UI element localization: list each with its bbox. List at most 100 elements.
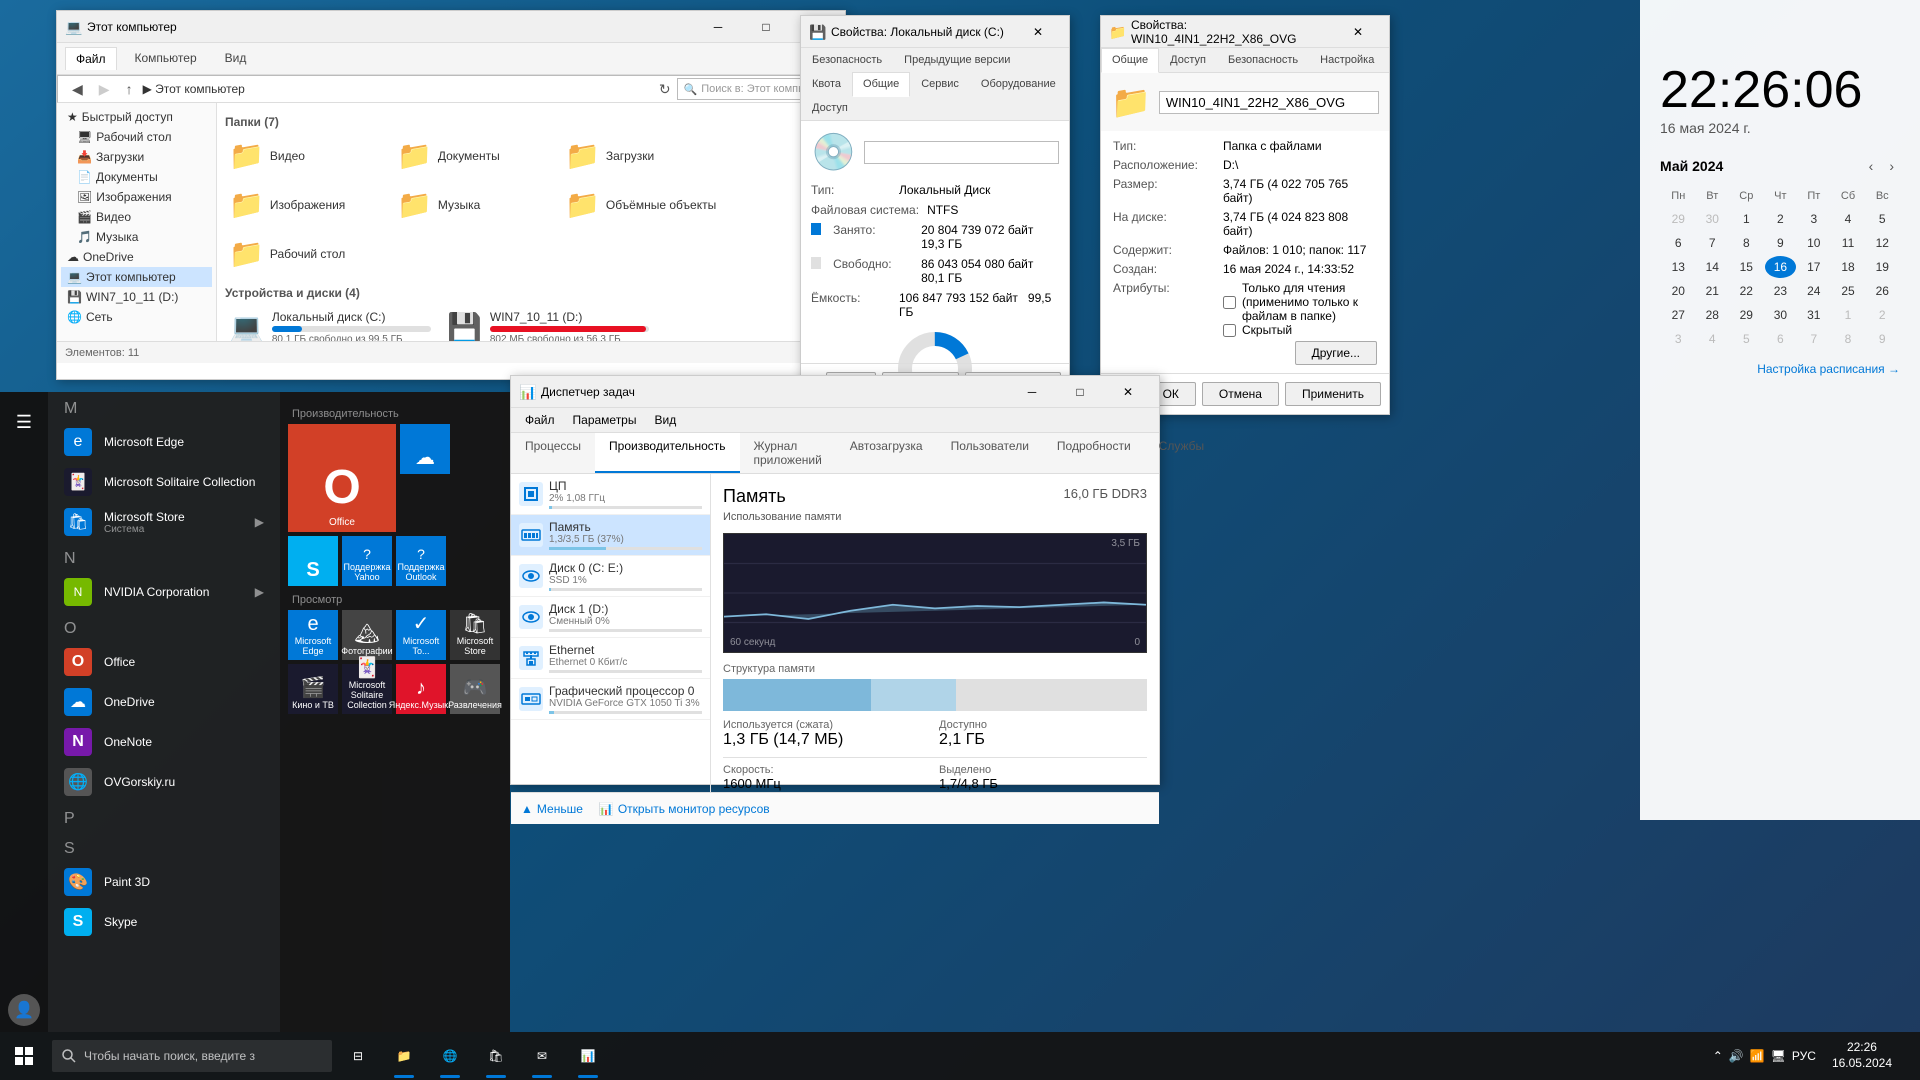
sidebar-quick-access[interactable]: ★Быстрый доступ xyxy=(61,107,212,127)
calendar-day[interactable]: 2 xyxy=(1867,304,1898,326)
sidebar-onedrive[interactable]: ☁OneDrive xyxy=(61,247,212,267)
tab-service[interactable]: Сервис xyxy=(910,72,970,96)
calendar-day[interactable]: 11 xyxy=(1832,232,1865,254)
ribbon-tab-computer[interactable]: Компьютер xyxy=(125,47,207,70)
tile-movies-preview[interactable]: 🎬 Кино и ТВ xyxy=(288,664,338,714)
sidebar-video[interactable]: 🎬Видео xyxy=(61,207,212,227)
nav-up[interactable]: ↑ xyxy=(120,79,139,99)
calendar-day[interactable]: 8 xyxy=(1730,232,1763,254)
tab-prev-versions[interactable]: Предыдущие версии xyxy=(893,48,1021,72)
calendar-day[interactable]: 30 xyxy=(1697,208,1728,230)
folder-name-input[interactable] xyxy=(1159,91,1379,114)
tab-access[interactable]: Доступ xyxy=(801,96,859,120)
folder-3d[interactable]: 📁 Объёмные объекты xyxy=(561,184,721,225)
start-item-skype[interactable]: S Skype xyxy=(48,902,280,942)
hidden-checkbox[interactable] xyxy=(1223,324,1236,337)
tile-skype[interactable]: S xyxy=(288,536,338,586)
tab-security[interactable]: Безопасность xyxy=(801,48,893,72)
calendar-day[interactable]: 4 xyxy=(1832,208,1865,230)
other-btn[interactable]: Другие... xyxy=(1295,341,1377,365)
explorer-minimize[interactable]: ─ xyxy=(695,11,741,43)
tray-show-icons[interactable]: ⌃ xyxy=(1713,1049,1723,1063)
tm-proc-ethernet[interactable]: Ethernet Ethernet 0 Кбит/с xyxy=(511,638,710,679)
tm-menu-params[interactable]: Параметры xyxy=(565,410,645,430)
sidebar-user-icon[interactable]: 👤 xyxy=(2,988,46,1032)
tm-menu-view[interactable]: Вид xyxy=(646,410,684,430)
readonly-checkbox[interactable] xyxy=(1223,296,1236,309)
tm-proc-disk1[interactable]: Диск 1 (D:) Сменный 0% xyxy=(511,597,710,638)
taskbar-task-view[interactable]: ⊟ xyxy=(336,1032,380,1080)
start-item-ovgorskiy[interactable]: 🌐 OVGorskiy.ru xyxy=(48,762,280,802)
tile-store-preview[interactable]: 🛍 Microsoft Store xyxy=(450,610,500,660)
calendar-day[interactable]: 4 xyxy=(1697,328,1728,350)
calendar-day[interactable]: 10 xyxy=(1798,232,1829,254)
start-item-onenote[interactable]: N OneNote xyxy=(48,722,280,762)
tab-general[interactable]: Общие xyxy=(852,72,910,97)
tile-office[interactable]: O Office xyxy=(288,424,396,532)
calendar-day[interactable]: 9 xyxy=(1867,328,1898,350)
nav-forward[interactable]: ▶ xyxy=(93,79,116,100)
calendar-day[interactable]: 3 xyxy=(1798,208,1829,230)
start-item-office[interactable]: O Office xyxy=(48,642,280,682)
taskbar-edge-btn[interactable]: 🌐 xyxy=(428,1032,472,1080)
tm-footer-monitor[interactable]: 📊 Открыть монитор ресурсов xyxy=(599,802,770,816)
tray-lang[interactable]: РУС xyxy=(1792,1049,1816,1063)
tm-tab-details[interactable]: Подробности xyxy=(1043,433,1145,473)
calendar-day[interactable]: 20 xyxy=(1662,280,1695,302)
calendar-day[interactable]: 6 xyxy=(1765,328,1796,350)
calendar-day[interactable]: 7 xyxy=(1798,328,1829,350)
address-crumb-pc[interactable]: ▶ Этот компьютер xyxy=(143,82,245,96)
tm-proc-cpu[interactable]: ЦП 2% 1,08 ГГц xyxy=(511,474,710,515)
calendar-day[interactable]: 19 xyxy=(1867,256,1898,278)
tm-footer-less[interactable]: ▲ Меньше xyxy=(521,802,583,816)
disk-label-input[interactable] xyxy=(864,141,1059,164)
tm-tab-processes[interactable]: Процессы xyxy=(511,433,595,473)
calendar-day[interactable]: 30 xyxy=(1765,304,1796,326)
tile-photos-preview[interactable]: 🏔 Фотографии xyxy=(342,610,392,660)
start-item-store[interactable]: 🛍 Microsoft Store Система ▶ xyxy=(48,502,280,542)
calendar-day[interactable]: 28 xyxy=(1697,304,1728,326)
taskbar-unknown-btn[interactable]: 📊 xyxy=(566,1032,610,1080)
folder-props-cancel[interactable]: Отмена xyxy=(1202,382,1279,406)
calendar-day[interactable]: 13 xyxy=(1662,256,1695,278)
calendar-day[interactable]: 5 xyxy=(1867,208,1898,230)
folder-video[interactable]: 📁 Видео xyxy=(225,135,385,176)
calendar-day[interactable]: 18 xyxy=(1832,256,1865,278)
refresh-btn[interactable]: ↻ xyxy=(657,79,673,100)
start-item-edge[interactable]: e Microsoft Edge xyxy=(48,422,280,462)
calendar-day[interactable]: 1 xyxy=(1832,304,1865,326)
start-item-paint3d[interactable]: 🎨 Paint 3D xyxy=(48,862,280,902)
start-item-onedrive[interactable]: ☁ OneDrive xyxy=(48,682,280,722)
calendar-day[interactable]: 8 xyxy=(1832,328,1865,350)
nav-back[interactable]: ◀ xyxy=(66,79,89,100)
sidebar-network[interactable]: 🌐Сеть xyxy=(61,307,212,327)
calendar-day[interactable]: 3 xyxy=(1662,328,1695,350)
tile-yahoo-support[interactable]: ? Поддержка Yahoo xyxy=(342,536,392,586)
tm-tab-performance[interactable]: Производительность xyxy=(595,433,739,473)
tray-battery-icon[interactable]: 🖥 xyxy=(1771,1049,1786,1063)
tm-close[interactable]: ✕ xyxy=(1105,376,1151,408)
taskbar-search-box[interactable]: Чтобы начать поиск, введите з xyxy=(52,1040,332,1072)
tm-tab-apphistory[interactable]: Журнал приложений xyxy=(740,433,836,473)
calendar-day[interactable]: 27 xyxy=(1662,304,1695,326)
calendar-day[interactable]: 1 xyxy=(1730,208,1763,230)
disk-props-close[interactable]: ✕ xyxy=(1015,16,1061,48)
calendar-day[interactable]: 29 xyxy=(1662,208,1695,230)
calendar-day[interactable]: 17 xyxy=(1798,256,1829,278)
calendar-day[interactable]: 24 xyxy=(1798,280,1829,302)
folder-music[interactable]: 📁 Музыка xyxy=(393,184,553,225)
tile-yandex-music[interactable]: ♪ Яндекс.Музыка xyxy=(396,664,446,714)
tile-games[interactable]: 🎮 Развлечения xyxy=(450,664,500,714)
calendar-day[interactable]: 29 xyxy=(1730,304,1763,326)
sidebar-downloads[interactable]: 📥Загрузки xyxy=(61,147,212,167)
tm-proc-gpu[interactable]: Графический процессор 0 NVIDIA GeForce G… xyxy=(511,679,710,720)
tile-onedrive[interactable]: ☁ xyxy=(400,424,450,474)
tray-volume-icon[interactable]: 📶 xyxy=(1750,1049,1765,1063)
folder-props-close[interactable]: ✕ xyxy=(1335,16,1381,48)
calendar-day[interactable]: 25 xyxy=(1832,280,1865,302)
folder-tab-config[interactable]: Настройка xyxy=(1309,48,1385,72)
calendar-day[interactable]: 9 xyxy=(1765,232,1796,254)
sidebar-drive-d[interactable]: 💾WIN7_10_11 (D:) xyxy=(61,287,212,307)
tray-network-icon[interactable]: 🔊 xyxy=(1729,1049,1744,1063)
disk-d[interactable]: 💾 WIN7_10_11 (D:) 802 МБ свободно из 56,… xyxy=(443,306,653,341)
